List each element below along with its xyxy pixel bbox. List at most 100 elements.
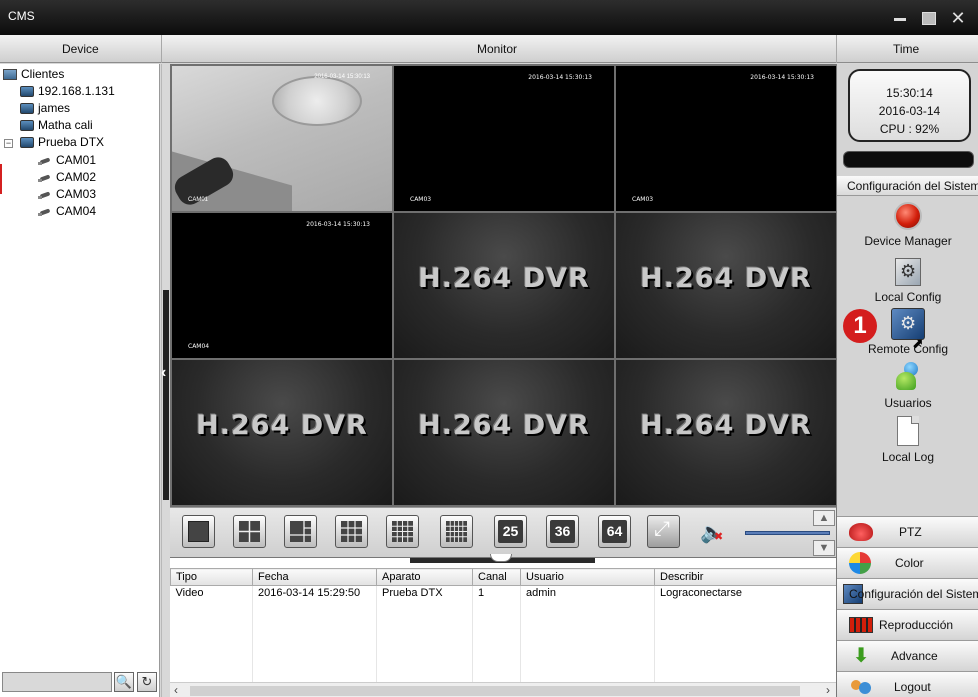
tree-camera-cam04[interactable]: CAM04: [38, 203, 96, 220]
nav-system-config[interactable]: Configuración del Sistema: [837, 578, 978, 608]
layout-1-icon: [188, 521, 209, 542]
video-camera-label: CAM03: [410, 196, 432, 203]
tree-camera-cam01[interactable]: CAM01: [38, 152, 96, 169]
mouse-cursor-icon: ⬈: [912, 335, 924, 351]
tree-camera-cam03[interactable]: CAM03: [38, 186, 96, 203]
tree-item-label: james: [38, 101, 71, 115]
collapse-toggle[interactable]: −: [4, 139, 13, 148]
layout-25-button[interactable]: 25: [494, 515, 527, 548]
users-icon: [892, 362, 924, 392]
table-row: [170, 634, 837, 652]
tree-item-james[interactable]: james: [20, 100, 70, 117]
layout-16-button[interactable]: [386, 515, 419, 548]
camera-icon: [38, 174, 52, 182]
tree-item-matha-cali[interactable]: Matha cali: [20, 117, 93, 134]
search-button[interactable]: 🔍: [114, 672, 134, 692]
section-header-bar: Device Monitor Time: [0, 35, 978, 63]
device-search-input[interactable]: [2, 672, 112, 692]
dvr-device-icon: [20, 103, 34, 115]
toolbar-scroll-down[interactable]: ▼: [813, 540, 835, 556]
video-tile-3[interactable]: 2016-03-14 15:30:13 CAM03: [616, 66, 836, 211]
video-tile-4[interactable]: 2016-03-14 15:30:13 CAM04: [172, 213, 392, 358]
time-header: Time: [893, 42, 920, 56]
camera-label: CAM02: [56, 170, 97, 184]
event-log-panel: Tipo Fecha Aparato Canal Usuario Describ…: [170, 554, 837, 697]
nav-ptz[interactable]: PTZ: [837, 516, 978, 546]
column-header-canal[interactable]: Canal: [472, 568, 521, 586]
nav-playback[interactable]: Reproducción: [837, 609, 978, 639]
layout-20-button[interactable]: [440, 515, 473, 548]
column-header-tipo[interactable]: Tipo: [170, 568, 253, 586]
camera-label: CAM03: [56, 187, 97, 201]
nav-label: Color: [895, 556, 924, 570]
local-config-button[interactable]: Local Config: [837, 258, 978, 304]
column-header-usuario[interactable]: Usuario: [520, 568, 655, 586]
collapse-arrow-icon[interactable]: ‹: [161, 364, 166, 382]
mute-icon[interactable]: 🔈: [700, 520, 730, 546]
layout-1-button[interactable]: [182, 515, 215, 548]
dvr-placeholder-text: H.264 DVR: [640, 263, 812, 294]
tree-item-label: Prueba DTX: [38, 135, 105, 149]
maximize-button[interactable]: [918, 8, 938, 28]
column-header-describir[interactable]: Describir: [654, 568, 837, 586]
nav-label: Logout: [894, 680, 931, 694]
header-divider: [161, 35, 162, 63]
local-log-button[interactable]: Local Log: [837, 416, 978, 464]
layout-9-button[interactable]: [335, 515, 368, 548]
feed-ceiling-fan: [272, 76, 362, 126]
scroll-right-icon[interactable]: ›: [826, 683, 830, 697]
panel-splitter[interactable]: ‹: [161, 64, 170, 697]
users-button[interactable]: Usuarios: [837, 362, 978, 410]
close-button[interactable]: ✕: [948, 8, 968, 28]
device-manager-button[interactable]: Device Manager: [837, 202, 978, 248]
cell-fecha: 2016-03-14 15:29:50: [252, 585, 377, 601]
dvr-device-icon: [20, 86, 34, 98]
layout-6-button[interactable]: [284, 515, 317, 548]
layout-64-button[interactable]: 64: [598, 515, 631, 548]
layout-4-button[interactable]: [233, 515, 266, 548]
nav-label: Configuración del Sistema: [849, 587, 978, 601]
camera-icon: [38, 191, 52, 199]
fullscreen-button[interactable]: [647, 515, 680, 548]
layout-36-button[interactable]: 36: [546, 515, 579, 548]
toolbar-scroll-up[interactable]: ▲: [813, 510, 835, 526]
tree-item-192-168-1-131[interactable]: 192.168.1.131: [20, 83, 115, 100]
video-tile-6[interactable]: H.264 DVR: [616, 213, 836, 358]
header-divider: [836, 35, 837, 63]
nav-advance[interactable]: Advance: [837, 640, 978, 670]
layout-64-label: 64: [602, 520, 627, 543]
tree-root-clientes[interactable]: Clientes: [3, 66, 64, 83]
nav-label: PTZ: [899, 525, 922, 539]
tree-camera-cam02[interactable]: CAM02: [38, 169, 96, 186]
system-config-header[interactable]: Configuración del Sistem: [837, 176, 978, 196]
logout-icon: [849, 678, 873, 696]
video-tile-5[interactable]: H.264 DVR: [394, 213, 614, 358]
search-icon: 🔍: [115, 674, 133, 689]
volume-slider[interactable]: [745, 531, 830, 535]
selection-marker: [0, 164, 2, 194]
video-tile-8[interactable]: H.264 DVR: [394, 360, 614, 505]
video-tile-9[interactable]: H.264 DVR: [616, 360, 836, 505]
minimize-button[interactable]: [890, 8, 910, 28]
video-timestamp: 2016-03-14 15:30:13: [750, 74, 814, 81]
device-manager-label: Device Manager: [864, 234, 952, 248]
video-tile-7[interactable]: H.264 DVR: [172, 360, 392, 505]
column-header-aparato[interactable]: Aparato: [376, 568, 473, 586]
scroll-left-icon[interactable]: ‹: [174, 683, 178, 697]
camera-label: CAM01: [56, 153, 97, 167]
refresh-button[interactable]: ↻: [137, 672, 157, 692]
splitter-grip[interactable]: [163, 290, 169, 500]
video-tile-2[interactable]: 2016-03-14 15:30:13 CAM03: [394, 66, 614, 211]
video-tile-1[interactable]: 2016-03-14 15:30:13 CAM01: [172, 66, 392, 211]
table-row[interactable]: Video 2016-03-14 15:29:50 Prueba DTX 1 a…: [170, 585, 837, 601]
status-bar: [843, 151, 974, 168]
column-header-fecha[interactable]: Fecha: [252, 568, 377, 586]
video-grid: 2016-03-14 15:30:13 CAM01 2016-03-14 15:…: [170, 64, 836, 507]
layout-4-icon: [239, 521, 260, 542]
nav-logout[interactable]: Logout: [837, 671, 978, 697]
scroll-thumb[interactable]: [190, 686, 800, 696]
camera-feed-image: 2016-03-14 15:30:13 CAM01: [172, 66, 392, 211]
tree-item-prueba-dtx[interactable]: Prueba DTX: [20, 134, 104, 151]
log-horizontal-scrollbar[interactable]: ‹ ›: [170, 682, 836, 697]
nav-color[interactable]: Color: [837, 547, 978, 577]
